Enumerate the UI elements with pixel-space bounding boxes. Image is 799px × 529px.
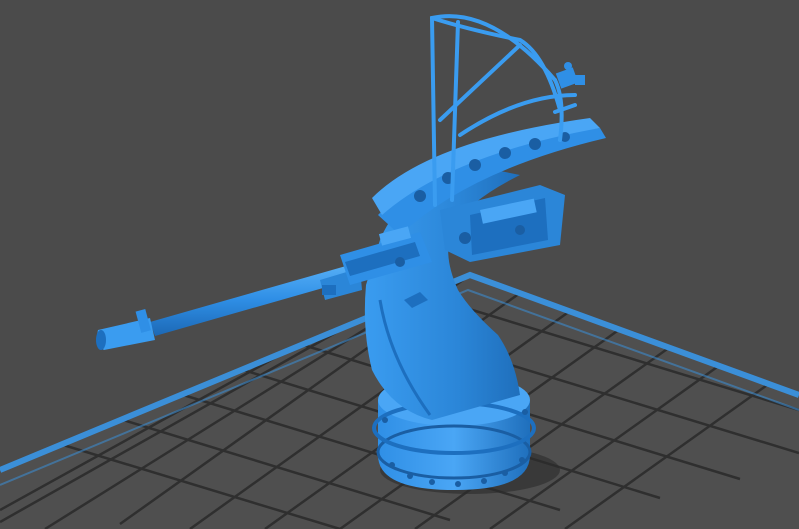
- scene-canvas[interactable]: [0, 0, 799, 529]
- 3d-viewport[interactable]: [0, 0, 799, 529]
- sight-head: [555, 62, 585, 89]
